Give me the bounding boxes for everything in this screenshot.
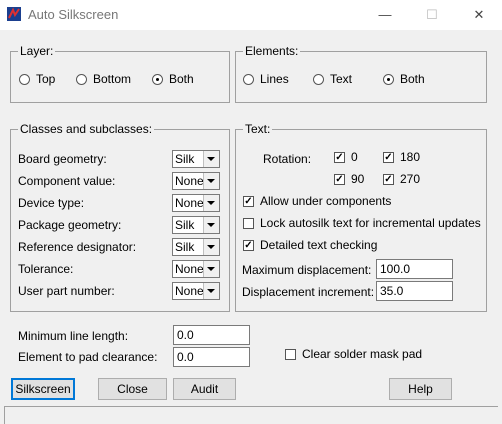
rotation-270-label: 270 bbox=[400, 172, 421, 186]
allow-under-components-checkbox[interactable]: ✓ bbox=[243, 196, 254, 207]
max-displacement-field[interactable]: 100.0 bbox=[376, 259, 453, 279]
close-button[interactable]: Close bbox=[98, 378, 167, 400]
max-displacement-label: Maximum displacement: bbox=[242, 263, 372, 277]
elements-both-label: Both bbox=[400, 72, 425, 86]
chevron-down-icon[interactable] bbox=[203, 283, 219, 299]
chevron-down-icon[interactable] bbox=[203, 151, 219, 167]
layer-bottom-label: Bottom bbox=[93, 72, 132, 86]
user-part-number-label: User part number: bbox=[18, 284, 115, 298]
tolerance-label: Tolerance: bbox=[18, 262, 74, 276]
close-window-button[interactable]: ✕ bbox=[456, 0, 502, 30]
chevron-down-icon[interactable] bbox=[203, 217, 219, 233]
rotation-270-checkbox[interactable]: ✓ bbox=[383, 174, 394, 185]
elements-text-radio[interactable] bbox=[313, 74, 324, 85]
package-geometry-select[interactable]: Silk bbox=[172, 216, 220, 234]
layer-both-radio[interactable] bbox=[152, 74, 163, 85]
board-geometry-select[interactable]: Silk bbox=[172, 150, 220, 168]
rotation-90-checkbox[interactable]: ✓ bbox=[334, 174, 345, 185]
detailed-text-checking-checkbox[interactable]: ✓ bbox=[243, 240, 254, 251]
text-legend: Text: bbox=[243, 122, 273, 136]
layer-legend: Layer: bbox=[18, 44, 56, 58]
audit-button[interactable]: Audit bbox=[173, 378, 236, 400]
layer-both-label: Both bbox=[169, 72, 194, 86]
layer-top-label: Top bbox=[36, 72, 56, 86]
rotation-label: Rotation: bbox=[263, 152, 312, 166]
select-value: None bbox=[175, 196, 204, 210]
layer-bottom-radio[interactable] bbox=[76, 74, 87, 85]
classes-legend: Classes and subclasses: bbox=[18, 122, 155, 136]
rotation-0-checkbox[interactable]: ✓ bbox=[334, 152, 345, 163]
lock-autosilk-label: Lock autosilk text for incremental updat… bbox=[260, 216, 481, 230]
chevron-down-icon[interactable] bbox=[203, 239, 219, 255]
reference-designator-select[interactable]: Silk bbox=[172, 238, 220, 256]
silkscreen-button[interactable]: Silkscreen bbox=[11, 378, 75, 400]
rotation-180-label: 180 bbox=[400, 150, 421, 164]
select-value: Silk bbox=[175, 240, 195, 254]
select-value: None bbox=[175, 284, 204, 298]
element-to-pad-label: Element to pad clearance: bbox=[18, 350, 158, 364]
device-type-select[interactable]: None bbox=[172, 194, 220, 212]
component-value-label: Component value: bbox=[18, 174, 116, 188]
chevron-down-icon[interactable] bbox=[203, 261, 219, 277]
rotation-180-checkbox[interactable]: ✓ bbox=[383, 152, 394, 163]
layer-top-radio[interactable] bbox=[19, 74, 30, 85]
min-line-length-field[interactable]: 0.0 bbox=[173, 325, 250, 345]
component-value-select[interactable]: None bbox=[172, 172, 220, 190]
status-bar bbox=[4, 406, 498, 424]
min-line-length-label: Minimum line length: bbox=[18, 329, 129, 343]
help-button[interactable]: Help bbox=[389, 378, 452, 400]
select-value: Silk bbox=[175, 218, 195, 232]
displacement-increment-field[interactable]: 35.0 bbox=[376, 281, 453, 301]
select-value: None bbox=[175, 174, 204, 188]
select-value: Silk bbox=[175, 152, 195, 166]
board-geometry-label: Board geometry: bbox=[18, 152, 107, 166]
displacement-increment-label: Displacement increment: bbox=[242, 285, 375, 299]
device-type-label: Device type: bbox=[18, 196, 85, 210]
elements-both-radio[interactable] bbox=[383, 74, 394, 85]
app-icon bbox=[7, 7, 21, 21]
chevron-down-icon[interactable] bbox=[203, 195, 219, 211]
allow-under-components-label: Allow under components bbox=[260, 194, 392, 208]
select-value: None bbox=[175, 262, 204, 276]
elements-lines-label: Lines bbox=[260, 72, 289, 86]
maximize-button[interactable]: ☐ bbox=[409, 0, 455, 30]
elements-lines-radio[interactable] bbox=[243, 74, 254, 85]
package-geometry-label: Package geometry: bbox=[18, 218, 122, 232]
lock-autosilk-checkbox[interactable] bbox=[243, 218, 254, 229]
tolerance-select[interactable]: None bbox=[172, 260, 220, 278]
window-title: Auto Silkscreen bbox=[28, 7, 119, 22]
detailed-text-checking-label: Detailed text checking bbox=[260, 238, 378, 252]
rotation-0-label: 0 bbox=[351, 150, 358, 164]
elements-legend: Elements: bbox=[243, 44, 301, 58]
reference-designator-label: Reference designator: bbox=[18, 240, 137, 254]
rotation-90-label: 90 bbox=[351, 172, 365, 186]
clear-solder-mask-checkbox[interactable] bbox=[285, 349, 296, 360]
chevron-down-icon[interactable] bbox=[203, 173, 219, 189]
user-part-number-select[interactable]: None bbox=[172, 282, 220, 300]
elements-text-label: Text bbox=[330, 72, 353, 86]
element-to-pad-field[interactable]: 0.0 bbox=[173, 347, 250, 367]
minimize-button[interactable]: — bbox=[362, 0, 408, 30]
clear-solder-mask-label: Clear solder mask pad bbox=[302, 347, 423, 361]
